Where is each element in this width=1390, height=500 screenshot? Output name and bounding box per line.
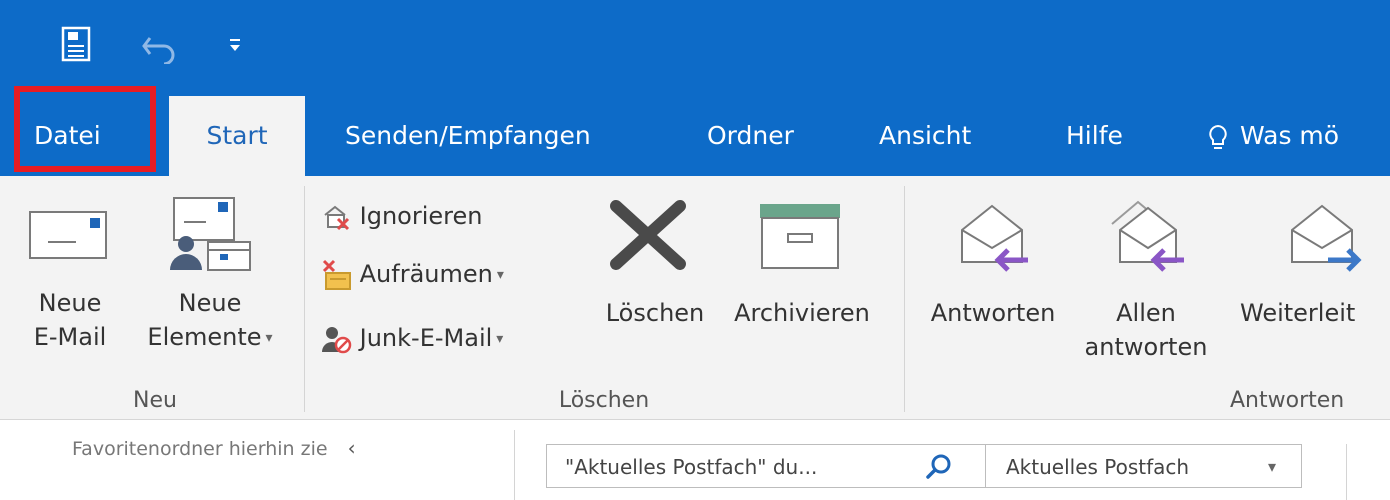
forward-button[interactable]: Weiterleit — [1228, 196, 1390, 376]
group-separator — [904, 186, 905, 412]
junk-label: Junk-E-Mail — [359, 324, 493, 352]
forward-label: Weiterleit — [1240, 299, 1356, 327]
group-label-delete: Löschen — [558, 388, 650, 413]
search-scope-label: Aktuelles Postfach — [1006, 455, 1190, 479]
forward-icon — [1291, 204, 1362, 272]
search-icon[interactable] — [925, 453, 953, 481]
dropdown-caret-icon: ▾ — [496, 331, 504, 347]
reply-all-button[interactable]: Allen antworten — [1078, 196, 1214, 376]
clean-up-label: Aufräumen — [359, 260, 493, 288]
archive-icon — [760, 204, 840, 269]
reply-icon — [961, 204, 1028, 272]
undo-icon[interactable] — [140, 28, 180, 64]
new-items-button[interactable]: Neue Elemente ▾ — [130, 196, 290, 376]
tab-view[interactable]: Ansicht — [879, 96, 971, 176]
delete-label: Löschen — [605, 299, 705, 327]
reply-button[interactable]: Antworten — [918, 196, 1068, 376]
dropdown-caret-icon: ▾ — [265, 330, 273, 346]
new-email-label-1: Neue — [38, 289, 102, 317]
reply-all-icon — [1111, 200, 1184, 272]
delete-icon — [610, 200, 686, 270]
reply-all-label-2: antworten — [1084, 333, 1208, 361]
customize-qat-icon[interactable] — [228, 38, 242, 54]
tell-me-box[interactable]: Was mö — [1206, 96, 1339, 176]
group-label-new: Neu — [133, 388, 177, 413]
group-separator — [304, 186, 305, 412]
junk-button[interactable]: Junk-E-Mail ▾ — [322, 316, 503, 360]
collapse-chevron-icon[interactable]: ‹ — [348, 436, 356, 460]
new-items-label-2: Elemente — [147, 323, 262, 351]
ignore-button[interactable]: Ignorieren — [322, 194, 482, 238]
favorites-hint-text: Favoritenordner hierhin zie — [72, 438, 328, 460]
quick-access-toolbar — [0, 0, 1390, 96]
new-items-icon — [170, 197, 251, 271]
search-scope-dropdown[interactable]: Aktuelles Postfach ▾ — [986, 444, 1302, 488]
save-icon[interactable] — [60, 26, 94, 64]
tab-folder[interactable]: Ordner — [707, 96, 794, 176]
archive-button[interactable]: Archivieren — [720, 196, 884, 376]
new-email-label-2: E-Mail — [33, 323, 107, 351]
search-placeholder: "Aktuelles Postfach" du... — [565, 455, 818, 479]
delete-button[interactable]: Löschen — [590, 196, 720, 376]
reply-label: Antworten — [930, 299, 1056, 327]
tab-send-receive[interactable]: Senden/Empfangen — [345, 96, 591, 176]
favorites-hint: Favoritenordner hierhin zie ‹ — [72, 436, 356, 460]
new-items-label-1: Neue — [178, 289, 242, 317]
clean-up-icon — [322, 259, 351, 290]
pane-divider — [514, 430, 515, 500]
tab-help[interactable]: Hilfe — [1066, 96, 1123, 176]
new-email-button[interactable]: Neue E-Mail — [20, 196, 120, 376]
tell-me-label: Was mö — [1240, 121, 1340, 150]
file-tab-highlight — [14, 86, 156, 172]
ribbon-tab-bar: Datei Start Senden/Empfangen Ordner Ansi… — [0, 96, 1390, 176]
dropdown-caret-icon: ▾ — [496, 267, 504, 283]
ignore-icon — [324, 205, 350, 231]
archive-label: Archivieren — [734, 299, 870, 327]
tab-home[interactable]: Start — [169, 96, 305, 176]
lightbulb-icon — [1209, 124, 1227, 149]
ignore-label: Ignorieren — [359, 202, 483, 230]
new-email-icon — [29, 211, 107, 259]
reply-all-label-1: Allen — [1116, 299, 1176, 327]
pane-divider — [1346, 444, 1347, 500]
group-label-respond: Antworten — [1230, 388, 1345, 413]
clean-up-button[interactable]: Aufräumen ▾ — [322, 252, 504, 296]
junk-icon — [322, 327, 352, 354]
dropdown-caret-icon: ▾ — [1268, 457, 1277, 476]
search-input[interactable]: "Aktuelles Postfach" du... — [546, 444, 986, 488]
